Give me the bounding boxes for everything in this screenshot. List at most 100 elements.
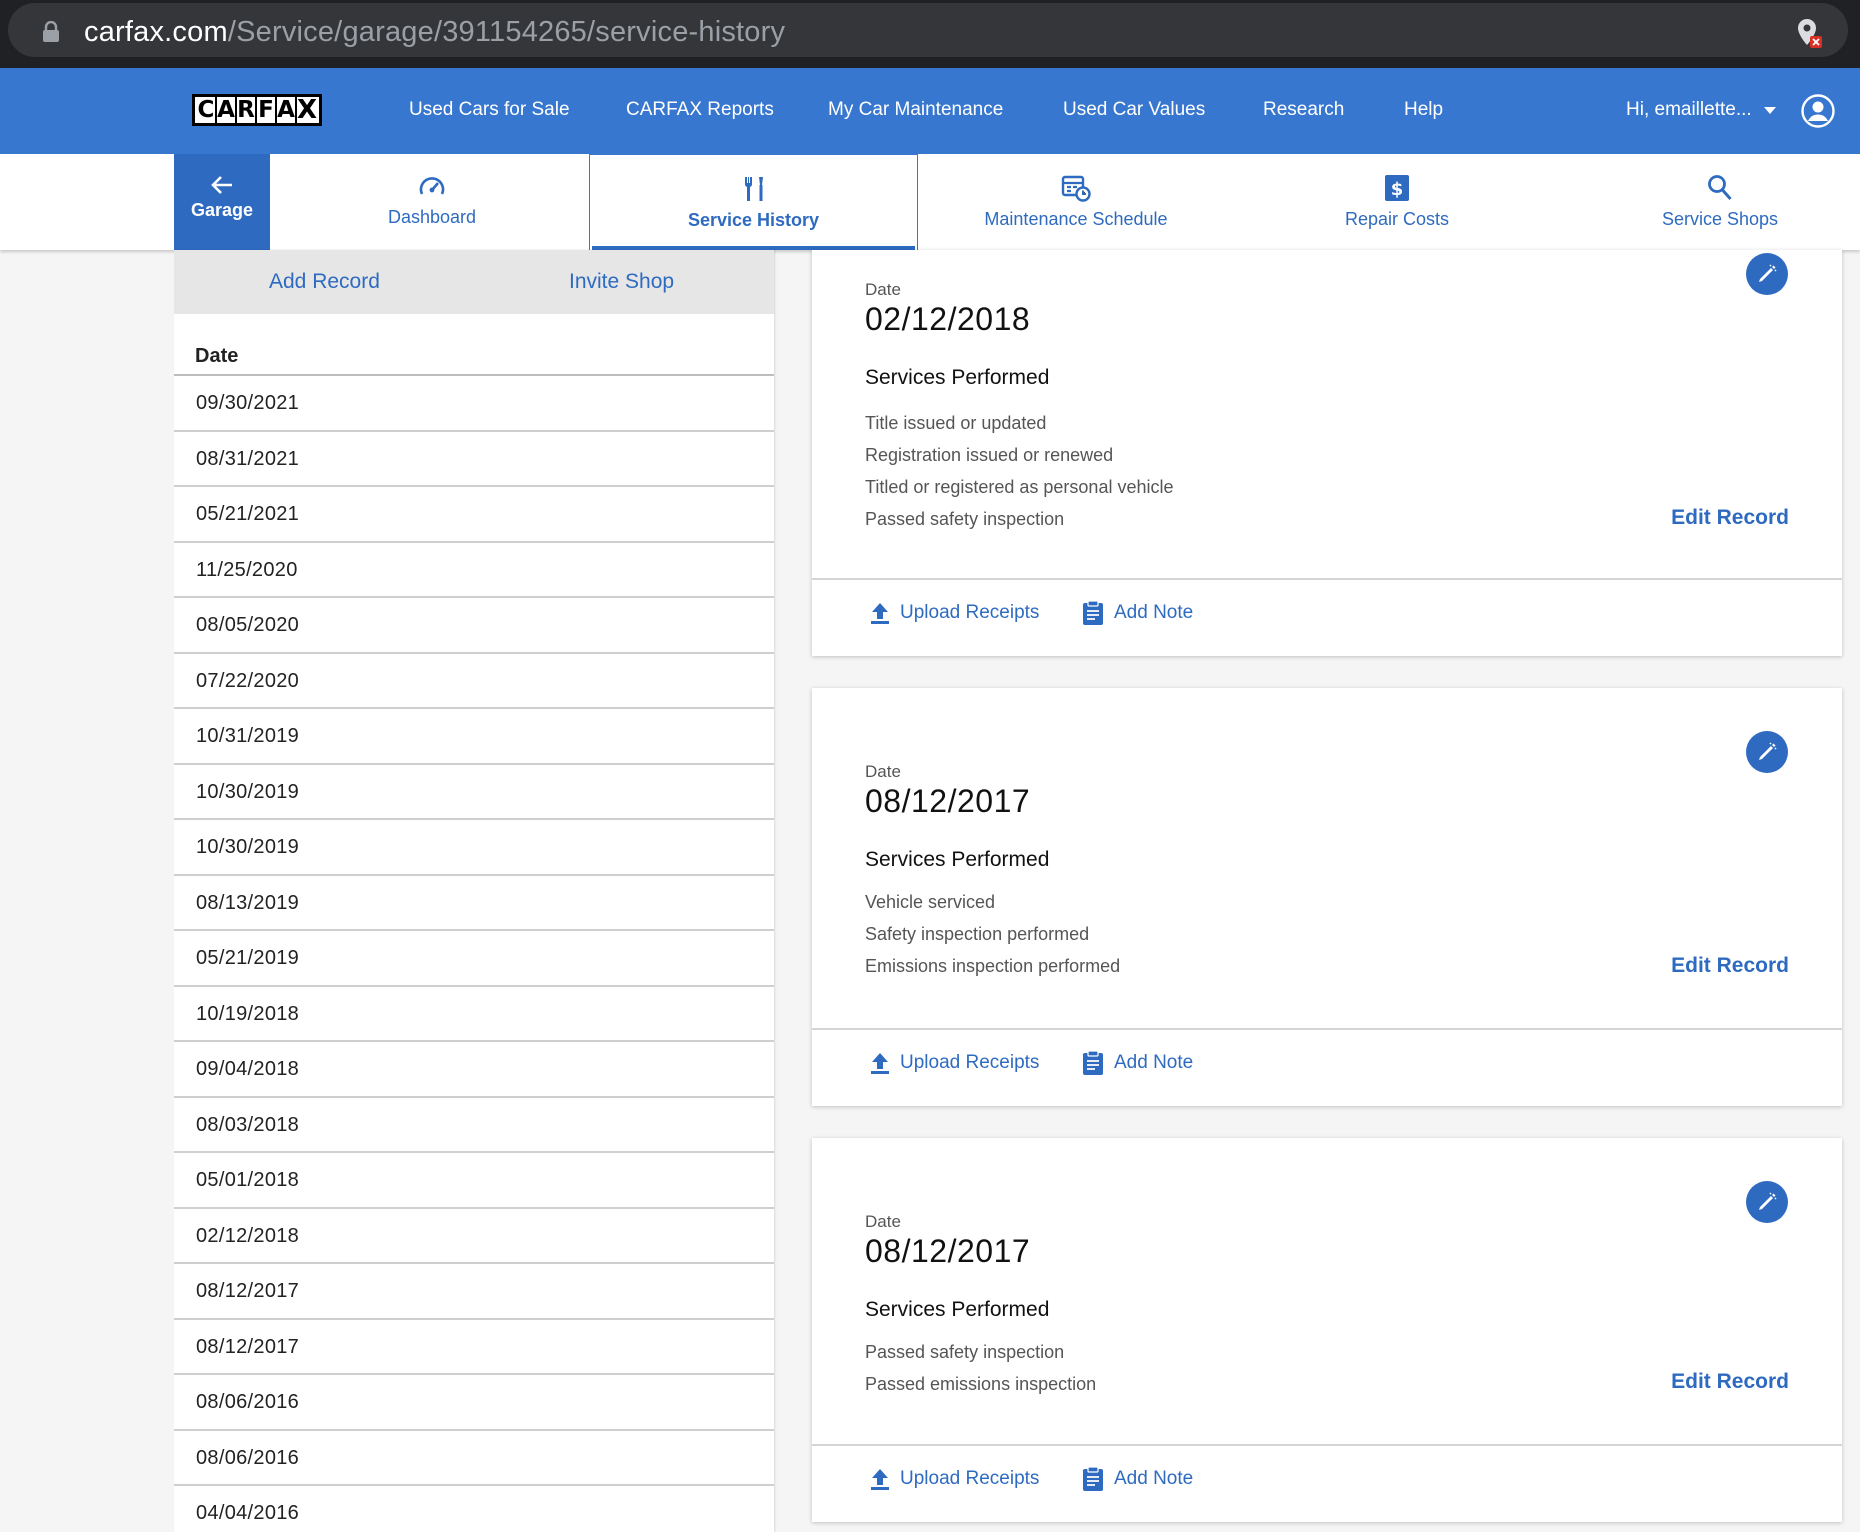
upload-receipts-button[interactable]: Upload Receipts (870, 1052, 1039, 1074)
services-list: Title issued or updated Registration iss… (865, 407, 1174, 535)
tab-service-shops[interactable]: Service Shops (1590, 154, 1850, 250)
logo-letter: R (237, 97, 257, 123)
date-row[interactable]: 08/05/2020 (174, 598, 774, 654)
add-note-button[interactable]: Add Note (1082, 1466, 1193, 1492)
upload-receipts-button[interactable]: Upload Receipts (870, 602, 1039, 624)
record-footer: Upload Receipts Add Note (812, 1030, 1842, 1106)
upload-receipts-label: Upload Receipts (900, 1052, 1040, 1073)
service-item: Passed safety inspection (865, 509, 1065, 529)
garage-tab-bar: Garage Dashboard Service History Mainten… (0, 154, 1860, 250)
record-body: Date 08/12/2017 Services Performed Passe… (812, 1138, 1842, 1446)
tab-repair-costs[interactable]: $ Repair Costs (1270, 154, 1524, 250)
edit-pencil-button[interactable] (1746, 1181, 1788, 1223)
date-row[interactable]: 10/30/2019 (174, 820, 774, 876)
date-row[interactable]: 05/01/2018 (174, 1153, 774, 1209)
date-row[interactable]: 10/31/2019 (174, 709, 774, 765)
nav-used-cars[interactable]: Used Cars for Sale (409, 99, 570, 121)
nav-carfax-reports[interactable]: CARFAX Reports (626, 99, 774, 121)
services-list: Vehicle serviced Safety inspection perfo… (865, 886, 1120, 982)
date-row[interactable]: 08/31/2021 (174, 432, 774, 487)
edit-pencil-button[interactable] (1746, 253, 1788, 295)
service-record-card: Date 08/12/2017 Services Performed Passe… (812, 1138, 1842, 1522)
date-row[interactable]: 10/19/2018 (174, 987, 774, 1042)
upload-receipts-button[interactable]: Upload Receipts (870, 1468, 1039, 1490)
wrench-screwdriver-icon (744, 177, 763, 201)
date-row[interactable]: 07/22/2020 (174, 654, 774, 709)
date-row[interactable]: 08/06/2016 (174, 1375, 774, 1431)
services-heading: Services Performed (865, 1298, 1050, 1321)
speedometer-icon (419, 177, 445, 195)
record-date: 08/12/2017 (865, 783, 1031, 819)
service-item: Vehicle serviced (865, 892, 996, 912)
record-body: Date 08/12/2017 Services Performed Vehic… (812, 688, 1842, 1030)
tab-label: Dashboard (387, 207, 477, 227)
date-row[interactable]: 11/25/2020 (174, 543, 774, 598)
garage-back-button[interactable]: Garage (174, 154, 270, 250)
add-note-button[interactable]: Add Note (1082, 600, 1193, 626)
nav-used-car-values[interactable]: Used Car Values (1063, 99, 1205, 121)
upload-receipts-label: Upload Receipts (900, 602, 1040, 623)
logo-letter: F (257, 97, 277, 123)
nav-research[interactable]: Research (1263, 99, 1344, 121)
user-menu[interactable]: Hi, emaillette... (1626, 99, 1776, 121)
date-row[interactable]: 08/13/2019 (174, 876, 774, 931)
edit-record-link[interactable]: Edit Record (1671, 954, 1789, 978)
logo-letter: A (217, 97, 237, 123)
record-date: 08/12/2017 (865, 1233, 1031, 1269)
tab-service-history[interactable]: Service History (589, 154, 918, 250)
add-note-label: Add Note (1114, 602, 1194, 623)
date-header-label: Date (195, 345, 239, 367)
add-record-button[interactable]: Add Record (269, 270, 380, 294)
dollar-icon: $ (1385, 175, 1409, 201)
date-label: Date (865, 280, 901, 299)
date-row[interactable]: 09/30/2021 (174, 376, 774, 432)
address-bar[interactable]: carfax.com/Service/garage/391154265/serv… (8, 3, 1848, 57)
date-row[interactable]: 08/06/2016 (174, 1431, 774, 1486)
date-row[interactable]: 08/03/2018 (174, 1098, 774, 1153)
pencil-icon (1759, 742, 1777, 760)
date-row[interactable]: 05/21/2019 (174, 931, 774, 987)
site-header: C A R F A X Used Cars for Sale CARFAX Re… (0, 68, 1860, 154)
location-blocked-icon[interactable] (1794, 17, 1824, 49)
tab-dashboard[interactable]: Dashboard (300, 154, 564, 250)
edit-record-link[interactable]: Edit Record (1671, 506, 1789, 530)
service-item: Titled or registered as personal vehicle (865, 477, 1174, 497)
url-text[interactable]: carfax.com/Service/garage/391154265/serv… (84, 16, 785, 49)
tab-maintenance-schedule[interactable]: Maintenance Schedule (936, 154, 1216, 250)
record-body: Date 02/12/2018 Services Performed Title… (812, 250, 1842, 580)
invite-shop-button[interactable]: Invite Shop (569, 270, 674, 294)
garage-label: Garage (190, 200, 254, 220)
date-list: 09/30/2021 08/31/2021 05/21/2021 11/25/2020… (174, 376, 774, 1532)
date-row[interactable]: 04/04/2016 (174, 1486, 774, 1532)
nav-my-car-maintenance[interactable]: My Car Maintenance (828, 99, 1003, 121)
date-row[interactable]: 09/04/2018 (174, 1042, 774, 1098)
edit-record-link[interactable]: Edit Record (1671, 1370, 1789, 1394)
tab-label: Service History (687, 210, 820, 230)
date-row[interactable]: 05/21/2021 (174, 487, 774, 543)
tab-label: Repair Costs (1344, 209, 1450, 229)
caret-down-icon (1763, 106, 1776, 114)
date-row[interactable]: 10/30/2019 (174, 765, 774, 820)
service-record-card: Date 08/12/2017 Services Performed Vehic… (812, 688, 1842, 1106)
tab-label: Service Shops (1661, 209, 1779, 229)
record-date: 02/12/2018 (865, 301, 1031, 337)
add-note-label: Add Note (1114, 1052, 1194, 1073)
upload-icon (871, 603, 889, 624)
edit-pencil-button[interactable] (1746, 731, 1788, 773)
logo-letter: A (277, 97, 297, 123)
date-row[interactable]: 08/12/2017 (174, 1320, 774, 1375)
carfax-logo[interactable]: C A R F A X (192, 94, 322, 126)
add-note-button[interactable]: Add Note (1082, 1050, 1193, 1076)
date-label: Date (865, 762, 901, 781)
user-greeting: Hi, emaillette... (1626, 99, 1752, 120)
url-host: carfax.com (84, 16, 228, 48)
date-row[interactable]: 02/12/2018 (174, 1209, 774, 1264)
service-item: Emissions inspection performed (865, 956, 1121, 976)
service-item: Title issued or updated (865, 413, 1047, 433)
logo-letter: X (297, 95, 318, 125)
upload-icon (871, 1053, 889, 1074)
panel-actions: Add Record Invite Shop (174, 250, 774, 314)
date-row[interactable]: 08/12/2017 (174, 1264, 774, 1320)
nav-help[interactable]: Help (1404, 99, 1443, 121)
account-icon[interactable] (1801, 94, 1835, 128)
